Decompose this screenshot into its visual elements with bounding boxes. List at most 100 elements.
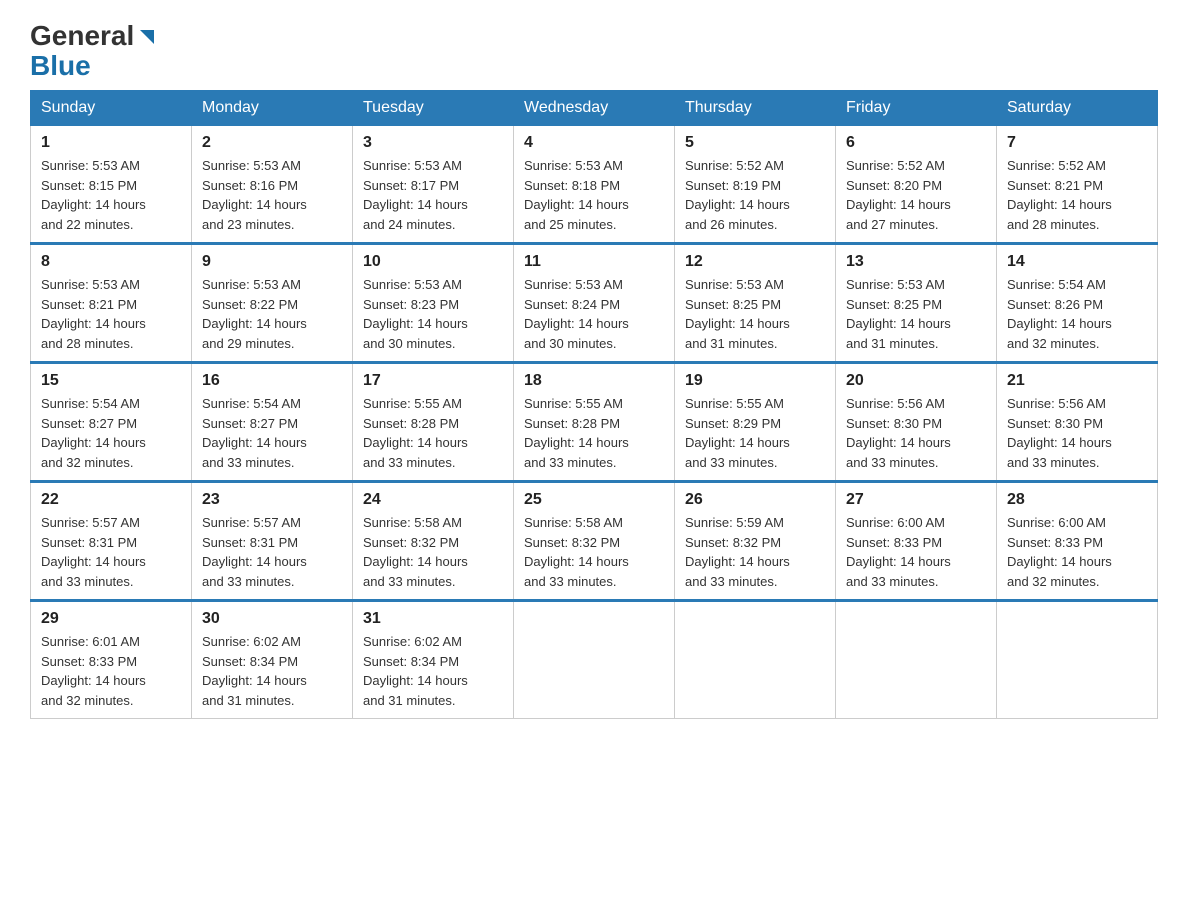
day-info: Sunrise: 5:53 AMSunset: 8:17 PMDaylight:… bbox=[363, 156, 503, 234]
calendar-day-cell: 9 Sunrise: 5:53 AMSunset: 8:22 PMDaylight… bbox=[192, 244, 353, 363]
day-info: Sunrise: 5:54 AMSunset: 8:27 PMDaylight:… bbox=[202, 394, 342, 472]
day-number: 12 bbox=[685, 253, 825, 271]
day-info: Sunrise: 5:57 AMSunset: 8:31 PMDaylight:… bbox=[41, 513, 181, 591]
calendar-day-cell: 19Sunrise: 5:55 AMSunset: 8:29 PMDayligh… bbox=[675, 363, 836, 482]
calendar-day-cell: 2 Sunrise: 5:53 AMSunset: 8:16 PMDaylight… bbox=[192, 126, 353, 244]
day-number: 14 bbox=[1007, 253, 1147, 271]
day-info: Sunrise: 5:55 AMSunset: 8:28 PMDaylight:… bbox=[524, 394, 664, 472]
day-info: Sunrise: 5:56 AMSunset: 8:30 PMDaylight:… bbox=[1007, 394, 1147, 472]
logo-blue-text: Blue bbox=[30, 52, 158, 80]
day-info: Sunrise: 5:53 AMSunset: 8:22 PMDaylight:… bbox=[202, 275, 342, 353]
weekday-header-tuesday: Tuesday bbox=[353, 91, 514, 126]
day-number: 13 bbox=[846, 253, 986, 271]
weekday-header-wednesday: Wednesday bbox=[514, 91, 675, 126]
day-number: 21 bbox=[1007, 372, 1147, 390]
day-info: Sunrise: 5:53 AMSunset: 8:24 PMDaylight:… bbox=[524, 275, 664, 353]
calendar-week-row: 8Sunrise: 5:53 AMSunset: 8:21 PMDaylight… bbox=[31, 244, 1158, 363]
calendar-day-cell: 26 Sunrise: 5:59 AMSunset: 8:32 PMDayligh… bbox=[675, 482, 836, 601]
day-number: 22 bbox=[41, 491, 181, 509]
calendar-day-cell: 6 Sunrise: 5:52 AMSunset: 8:20 PMDaylight… bbox=[836, 126, 997, 244]
calendar-header-row: SundayMondayTuesdayWednesdayThursdayFrid… bbox=[31, 91, 1158, 126]
calendar-week-row: 1 Sunrise: 5:53 AMSunset: 8:15 PMDaylight… bbox=[31, 126, 1158, 244]
day-number: 5 bbox=[685, 134, 825, 152]
calendar-day-cell: 4 Sunrise: 5:53 AMSunset: 8:18 PMDaylight… bbox=[514, 126, 675, 244]
weekday-header-saturday: Saturday bbox=[997, 91, 1158, 126]
calendar-day-cell: 27 Sunrise: 6:00 AMSunset: 8:33 PMDayligh… bbox=[836, 482, 997, 601]
logo: General Blue bbox=[30, 20, 158, 80]
calendar-day-cell: 1 Sunrise: 5:53 AMSunset: 8:15 PMDaylight… bbox=[31, 126, 192, 244]
calendar-day-cell: 8Sunrise: 5:53 AMSunset: 8:21 PMDaylight… bbox=[31, 244, 192, 363]
logo-general-text: General bbox=[30, 20, 134, 52]
calendar-day-cell: 23 Sunrise: 5:57 AMSunset: 8:31 PMDayligh… bbox=[192, 482, 353, 601]
calendar-day-cell: 13 Sunrise: 5:53 AMSunset: 8:25 PMDayligh… bbox=[836, 244, 997, 363]
day-number: 3 bbox=[363, 134, 503, 152]
calendar-day-cell: 31 Sunrise: 6:02 AMSunset: 8:34 PMDayligh… bbox=[353, 601, 514, 719]
day-number: 6 bbox=[846, 134, 986, 152]
calendar-day-cell: 17Sunrise: 5:55 AMSunset: 8:28 PMDayligh… bbox=[353, 363, 514, 482]
day-number: 27 bbox=[846, 491, 986, 509]
calendar-day-cell: 21 Sunrise: 5:56 AMSunset: 8:30 PMDayligh… bbox=[997, 363, 1158, 482]
day-info: Sunrise: 5:52 AMSunset: 8:21 PMDaylight:… bbox=[1007, 156, 1147, 234]
calendar-week-row: 15 Sunrise: 5:54 AMSunset: 8:27 PMDayligh… bbox=[31, 363, 1158, 482]
day-number: 31 bbox=[363, 610, 503, 628]
day-info: Sunrise: 5:53 AMSunset: 8:21 PMDaylight:… bbox=[41, 275, 181, 353]
day-info: Sunrise: 5:52 AMSunset: 8:20 PMDaylight:… bbox=[846, 156, 986, 234]
calendar-day-cell: 5Sunrise: 5:52 AMSunset: 8:19 PMDaylight… bbox=[675, 126, 836, 244]
calendar-day-cell: 28 Sunrise: 6:00 AMSunset: 8:33 PMDayligh… bbox=[997, 482, 1158, 601]
day-number: 20 bbox=[846, 372, 986, 390]
calendar-table: SundayMondayTuesdayWednesdayThursdayFrid… bbox=[30, 90, 1158, 719]
day-number: 23 bbox=[202, 491, 342, 509]
day-number: 15 bbox=[41, 372, 181, 390]
calendar-day-cell bbox=[675, 601, 836, 719]
calendar-day-cell: 18 Sunrise: 5:55 AMSunset: 8:28 PMDayligh… bbox=[514, 363, 675, 482]
day-info: Sunrise: 6:02 AMSunset: 8:34 PMDaylight:… bbox=[202, 632, 342, 710]
day-number: 30 bbox=[202, 610, 342, 628]
day-info: Sunrise: 5:58 AMSunset: 8:32 PMDaylight:… bbox=[363, 513, 503, 591]
day-number: 9 bbox=[202, 253, 342, 271]
calendar-week-row: 29 Sunrise: 6:01 AMSunset: 8:33 PMDayligh… bbox=[31, 601, 1158, 719]
day-info: Sunrise: 5:53 AMSunset: 8:25 PMDaylight:… bbox=[846, 275, 986, 353]
day-number: 4 bbox=[524, 134, 664, 152]
day-info: Sunrise: 5:53 AMSunset: 8:23 PMDaylight:… bbox=[363, 275, 503, 353]
day-number: 7 bbox=[1007, 134, 1147, 152]
day-info: Sunrise: 5:53 AMSunset: 8:25 PMDaylight:… bbox=[685, 275, 825, 353]
day-info: Sunrise: 5:59 AMSunset: 8:32 PMDaylight:… bbox=[685, 513, 825, 591]
calendar-day-cell: 24Sunrise: 5:58 AMSunset: 8:32 PMDayligh… bbox=[353, 482, 514, 601]
day-info: Sunrise: 5:53 AMSunset: 8:18 PMDaylight:… bbox=[524, 156, 664, 234]
day-number: 2 bbox=[202, 134, 342, 152]
day-info: Sunrise: 5:56 AMSunset: 8:30 PMDaylight:… bbox=[846, 394, 986, 472]
calendar-day-cell: 22 Sunrise: 5:57 AMSunset: 8:31 PMDayligh… bbox=[31, 482, 192, 601]
calendar-day-cell: 7 Sunrise: 5:52 AMSunset: 8:21 PMDaylight… bbox=[997, 126, 1158, 244]
day-info: Sunrise: 6:00 AMSunset: 8:33 PMDaylight:… bbox=[846, 513, 986, 591]
calendar-day-cell bbox=[836, 601, 997, 719]
day-number: 1 bbox=[41, 134, 181, 152]
day-info: Sunrise: 5:57 AMSunset: 8:31 PMDaylight:… bbox=[202, 513, 342, 591]
day-number: 10 bbox=[363, 253, 503, 271]
day-info: Sunrise: 5:53 AMSunset: 8:16 PMDaylight:… bbox=[202, 156, 342, 234]
day-info: Sunrise: 5:55 AMSunset: 8:28 PMDaylight:… bbox=[363, 394, 503, 472]
day-number: 29 bbox=[41, 610, 181, 628]
calendar-day-cell: 3 Sunrise: 5:53 AMSunset: 8:17 PMDaylight… bbox=[353, 126, 514, 244]
calendar-day-cell: 25Sunrise: 5:58 AMSunset: 8:32 PMDayligh… bbox=[514, 482, 675, 601]
day-number: 26 bbox=[685, 491, 825, 509]
day-info: Sunrise: 5:54 AMSunset: 8:27 PMDaylight:… bbox=[41, 394, 181, 472]
day-number: 28 bbox=[1007, 491, 1147, 509]
page-header: General Blue bbox=[30, 20, 1158, 80]
day-info: Sunrise: 6:01 AMSunset: 8:33 PMDaylight:… bbox=[41, 632, 181, 710]
calendar-day-cell: 29 Sunrise: 6:01 AMSunset: 8:33 PMDayligh… bbox=[31, 601, 192, 719]
calendar-day-cell: 14Sunrise: 5:54 AMSunset: 8:26 PMDayligh… bbox=[997, 244, 1158, 363]
day-number: 25 bbox=[524, 491, 664, 509]
day-number: 16 bbox=[202, 372, 342, 390]
day-info: Sunrise: 6:02 AMSunset: 8:34 PMDaylight:… bbox=[363, 632, 503, 710]
calendar-week-row: 22 Sunrise: 5:57 AMSunset: 8:31 PMDayligh… bbox=[31, 482, 1158, 601]
weekday-header-friday: Friday bbox=[836, 91, 997, 126]
day-number: 19 bbox=[685, 372, 825, 390]
calendar-day-cell: 12 Sunrise: 5:53 AMSunset: 8:25 PMDayligh… bbox=[675, 244, 836, 363]
calendar-day-cell: 30 Sunrise: 6:02 AMSunset: 8:34 PMDayligh… bbox=[192, 601, 353, 719]
calendar-day-cell: 10 Sunrise: 5:53 AMSunset: 8:23 PMDayligh… bbox=[353, 244, 514, 363]
day-info: Sunrise: 6:00 AMSunset: 8:33 PMDaylight:… bbox=[1007, 513, 1147, 591]
day-info: Sunrise: 5:53 AMSunset: 8:15 PMDaylight:… bbox=[41, 156, 181, 234]
calendar-day-cell: 16 Sunrise: 5:54 AMSunset: 8:27 PMDayligh… bbox=[192, 363, 353, 482]
day-number: 18 bbox=[524, 372, 664, 390]
weekday-header-monday: Monday bbox=[192, 91, 353, 126]
